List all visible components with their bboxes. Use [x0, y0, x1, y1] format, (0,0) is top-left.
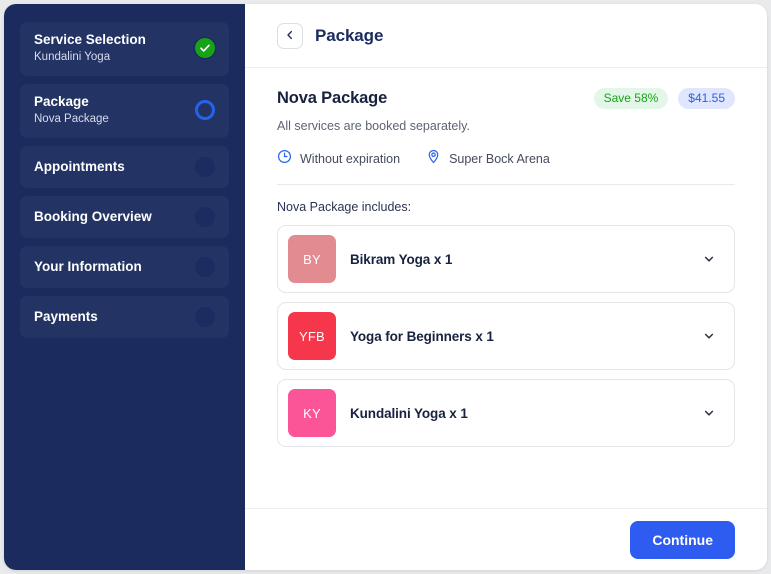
sidebar-item-sublabel: Nova Package	[34, 113, 109, 126]
service-card-kundalini-yoga[interactable]: KY Kundalini Yoga x 1	[277, 379, 735, 448]
package-description: All services are booked separately.	[277, 119, 470, 133]
package-meta-row: Without expiration Super Bock Arena	[277, 149, 735, 169]
sidebar-item-your-information[interactable]: Your Information	[20, 245, 229, 288]
expiration-label: Without expiration	[300, 152, 401, 167]
sidebar-item-label: Booking Overview	[34, 208, 152, 224]
expiration-meta: Without expiration	[277, 149, 400, 169]
chevron-down-icon[interactable]	[702, 329, 716, 343]
location-meta: Super Bock Arena	[426, 149, 550, 169]
sidebar-item-label: Package	[34, 93, 89, 109]
step-text: Your Information	[34, 259, 142, 275]
step-status-pending-icon	[195, 156, 215, 177]
location-label: Super Bock Arena	[449, 152, 550, 167]
step-text: Package Nova Package	[34, 94, 109, 127]
package-badges: Save 58% $41.55	[593, 88, 735, 109]
sidebar-item-label: Your Information	[34, 258, 142, 274]
chevron-left-icon	[285, 27, 295, 45]
step-text: Appointments	[34, 159, 125, 175]
clock-icon	[277, 149, 292, 169]
page-footer: Continue	[245, 508, 767, 570]
avatar: BY	[288, 235, 336, 284]
service-name: Bikram Yoga x 1	[350, 251, 453, 267]
includes-label: Nova Package includes:	[277, 200, 412, 215]
main-panel: Package Nova Package Save 58% $41.55 All…	[245, 4, 767, 570]
service-card-yoga-for-beginners[interactable]: YFB Yoga for Beginners x 1	[277, 302, 735, 371]
service-name: Yoga for Beginners x 1	[350, 328, 494, 344]
sidebar-item-service-selection[interactable]: Service Selection Kundalini Yoga	[20, 22, 229, 76]
page-title: Package	[315, 25, 384, 45]
step-status-pending-icon	[195, 306, 215, 327]
map-pin-icon	[426, 149, 441, 169]
back-button[interactable]	[277, 22, 303, 49]
save-badge: Save 58%	[593, 88, 669, 109]
wizard-sidebar: Service Selection Kundalini Yoga Package…	[4, 4, 245, 570]
service-card-bikram-yoga[interactable]: BY Bikram Yoga x 1	[277, 225, 735, 294]
sidebar-item-booking-overview[interactable]: Booking Overview	[20, 195, 229, 238]
step-status-complete-icon	[195, 38, 215, 59]
package-details: Nova Package Save 58% $41.55 All service…	[245, 68, 767, 508]
sidebar-item-label: Service Selection	[34, 32, 146, 47]
avatar: YFB	[288, 312, 336, 361]
step-text: Service Selection Kundalini Yoga	[34, 32, 146, 65]
sidebar-item-package[interactable]: Package Nova Package	[20, 83, 229, 138]
step-status-pending-icon	[195, 206, 215, 227]
step-status-active-icon	[195, 100, 215, 121]
sidebar-item-appointments[interactable]: Appointments	[20, 145, 229, 188]
service-list: BY Bikram Yoga x 1 YFB Yoga for Beginner…	[277, 225, 735, 448]
step-text: Booking Overview	[34, 209, 152, 225]
chevron-down-icon[interactable]	[702, 406, 716, 420]
package-headline: Nova Package Save 58% $41.55	[277, 88, 735, 109]
page-header: Package	[245, 4, 767, 68]
avatar: KY	[288, 389, 336, 438]
sidebar-item-payments[interactable]: Payments	[20, 295, 229, 338]
booking-wizard-window: Service Selection Kundalini Yoga Package…	[4, 4, 767, 570]
price-badge: $41.55	[678, 88, 735, 109]
section-divider	[277, 184, 735, 186]
package-name: Nova Package	[277, 89, 388, 107]
sidebar-item-label: Payments	[34, 308, 98, 324]
service-name: Kundalini Yoga x 1	[350, 405, 468, 421]
step-text: Payments	[34, 309, 98, 325]
sidebar-item-sublabel: Kundalini Yoga	[34, 51, 111, 64]
chevron-down-icon[interactable]	[702, 252, 716, 266]
sidebar-item-label: Appointments	[34, 158, 125, 174]
continue-button[interactable]: Continue	[630, 520, 735, 559]
step-status-pending-icon	[195, 256, 215, 277]
